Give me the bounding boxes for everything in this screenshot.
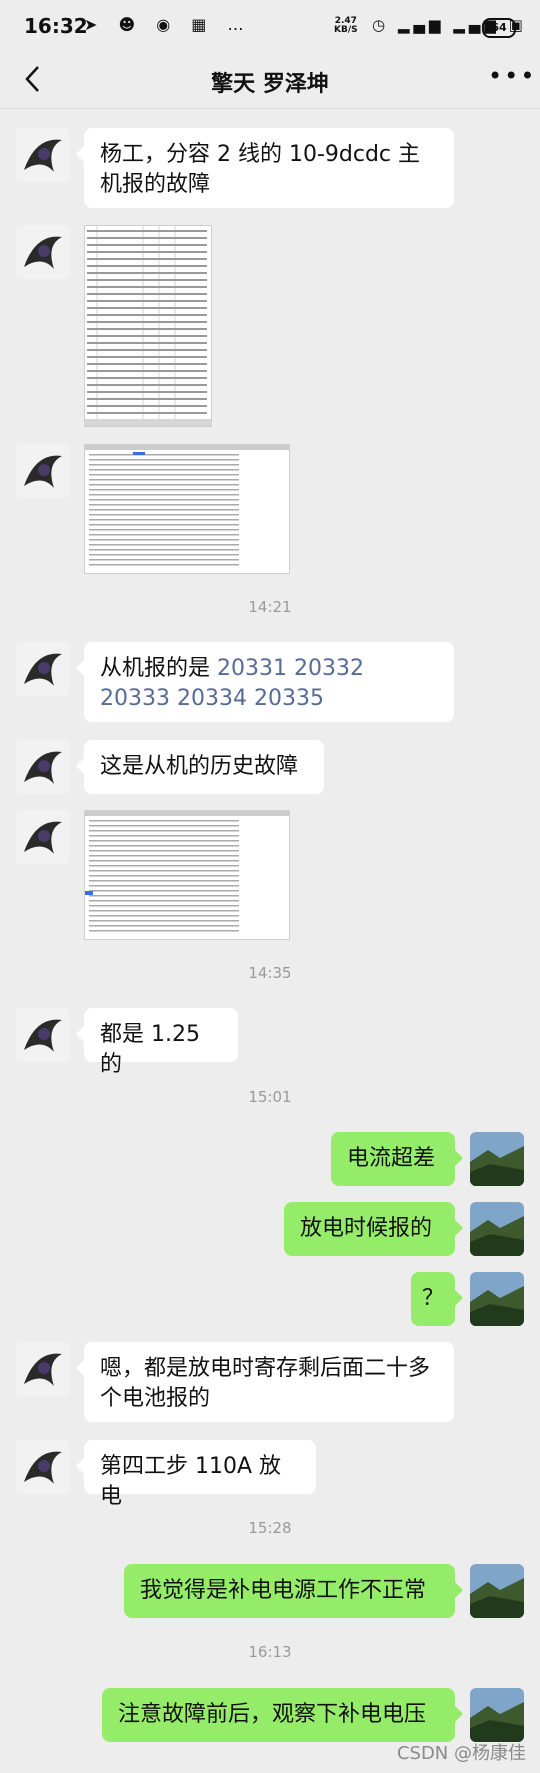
- my-avatar[interactable]: [470, 1132, 524, 1186]
- message-text: 从机报的是: [100, 656, 217, 681]
- message-bubble[interactable]: 杨工，分容 2 线的 10-9dcdc 主机报的故障: [76, 128, 454, 208]
- my-avatar[interactable]: [470, 1688, 524, 1742]
- contact-avatar[interactable]: [16, 810, 70, 864]
- image-thumbnail[interactable]: [84, 810, 290, 940]
- timestamp: 15:28: [248, 1519, 292, 1537]
- my-avatar[interactable]: [470, 1272, 524, 1326]
- message-bubble[interactable]: 注意故障前后，观察下补电电压: [102, 1688, 463, 1742]
- contact-avatar[interactable]: [16, 128, 70, 182]
- my-avatar[interactable]: [470, 1564, 524, 1618]
- fault-log-table-image: [85, 226, 211, 426]
- contact-avatar[interactable]: [16, 1342, 70, 1396]
- contact-avatar[interactable]: [16, 1440, 70, 1494]
- image-thumbnail[interactable]: [84, 444, 290, 574]
- contact-avatar[interactable]: [16, 444, 70, 498]
- contact-avatar[interactable]: [16, 642, 70, 696]
- message-bubble[interactable]: 我觉得是补电电源工作不正常: [124, 1564, 463, 1618]
- timestamp: 14:35: [248, 964, 292, 982]
- message-bubble[interactable]: 第四工步 110A 放电: [76, 1440, 316, 1509]
- network-speed-unit: KB/S: [334, 25, 358, 35]
- more-options-icon[interactable]: •••: [488, 62, 534, 94]
- chat-title: 擎天 罗泽坤: [211, 72, 329, 97]
- timestamp: 15:01: [248, 1088, 292, 1106]
- message-bubble[interactable]: 电流超差: [331, 1132, 463, 1186]
- battery-icon: 64: [482, 18, 516, 38]
- chat-header: 擎天 罗泽坤 •••: [0, 52, 540, 109]
- timestamp: 14:21: [248, 598, 292, 616]
- message-bubble[interactable]: 从机报的是 20331 20332 20333 20334 20335: [76, 642, 454, 722]
- contact-avatar[interactable]: [16, 740, 70, 794]
- message-bubble[interactable]: 放电时候报的: [284, 1202, 463, 1256]
- fault-log-table-image: [85, 811, 289, 939]
- watermark: CSDN @杨康佳: [396, 1743, 526, 1764]
- fault-log-table-image: [85, 445, 289, 573]
- contact-avatar[interactable]: [16, 1008, 70, 1062]
- message-bubble[interactable]: 都是 1.25 的: [76, 1008, 238, 1077]
- contact-avatar[interactable]: [16, 225, 70, 279]
- my-avatar[interactable]: [470, 1202, 524, 1256]
- status-time: 16:32: [24, 14, 88, 38]
- image-thumbnail[interactable]: [84, 225, 212, 427]
- timestamp: 16:13: [248, 1643, 292, 1661]
- message-bubble[interactable]: ？: [411, 1272, 463, 1326]
- network-speed: 2.47 KB/S: [334, 17, 358, 35]
- message-bubble[interactable]: 嗯，都是放电时寄存剩后面二十多个电池报的: [76, 1342, 454, 1422]
- status-bar: 16:32 ➤ ☻ ◉ ▦ … 2.47 KB/S ◷ ▂▄▆ ▂▄▆ ▣ 64: [0, 0, 540, 52]
- message-bubble[interactable]: 这是从机的历史故障: [76, 740, 324, 794]
- notification-icons: ➤ ☻ ◉ ▦ …: [84, 15, 252, 34]
